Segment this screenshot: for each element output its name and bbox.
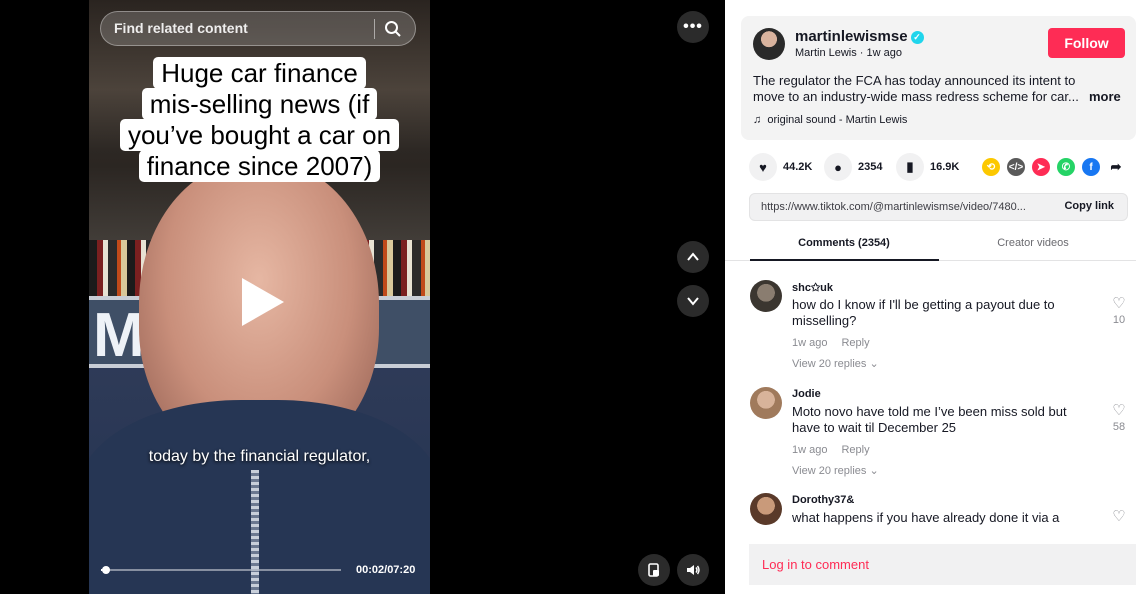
comment-like-count: 10 <box>1112 314 1126 326</box>
author-meta: Martin Lewis · 1w ago <box>795 47 903 59</box>
headline-line: mis-selling news (if <box>141 88 378 120</box>
avatar[interactable] <box>750 493 782 525</box>
comment-meta: 1w ago Reply <box>792 337 870 349</box>
chevron-down-icon: ⌄ <box>869 358 879 370</box>
tab-comments[interactable]: Comments (2354) <box>750 237 938 249</box>
more-link[interactable]: more <box>1089 89 1121 104</box>
comment-like-count: 58 <box>1112 421 1126 433</box>
facebook-icon[interactable]: f <box>1082 158 1100 176</box>
floating-player-button[interactable] <box>638 554 670 586</box>
active-tab-indicator <box>750 259 939 261</box>
comment-list: shc✩uk how do I know if I'll be getting … <box>725 262 1136 526</box>
save-count: 16.9K <box>930 161 960 173</box>
like-button[interactable]: ♥ 44.2K <box>749 153 812 181</box>
comment-meta: 1w ago Reply <box>792 444 870 456</box>
username-text: martinlewismse <box>795 28 908 45</box>
sound-link[interactable]: ♫ original sound - Martin Lewis <box>753 114 907 126</box>
heart-outline-icon: ♡ <box>1112 402 1126 419</box>
like-count: 44.2K <box>783 161 813 173</box>
heart-outline-icon: ♡ <box>1112 295 1126 312</box>
share-arrow-icon[interactable]: ➦ <box>1107 158 1125 176</box>
next-video-button[interactable] <box>677 285 709 317</box>
author-username[interactable]: martinlewismse ✓ <box>795 28 924 45</box>
verified-icon: ✓ <box>910 31 924 44</box>
video-caption: today by the financial regulator, <box>148 448 371 465</box>
chevron-up-icon <box>687 252 699 261</box>
save-button[interactable]: ▮ 16.9K <box>896 153 959 181</box>
more-options-button[interactable]: ••• <box>677 11 709 43</box>
progress-bar[interactable] <box>101 566 341 574</box>
tab-bar: Comments (2354) Creator videos <box>725 228 1136 261</box>
headline-line: Huge car finance <box>153 57 366 89</box>
bookmark-icon: ▮ <box>896 153 924 181</box>
comment-age: 1w ago <box>792 337 828 349</box>
search-placeholder: Find related content <box>114 20 248 36</box>
speaker-icon <box>687 565 700 575</box>
details-panel: martinlewismse ✓ Martin Lewis · 1w ago Fo… <box>725 0 1136 594</box>
follow-button[interactable]: Follow <box>1048 28 1125 58</box>
replies-label: View 20 replies <box>792 358 867 370</box>
shirt-zip <box>251 470 259 594</box>
share-link-box: https://www.tiktok.com/@martinlewismse/v… <box>749 193 1128 221</box>
repost-icon[interactable]: ⟲ <box>982 158 1000 176</box>
view-replies-button[interactable]: View 20 replies ⌄ <box>792 464 879 477</box>
copy-link-button[interactable]: Copy link <box>1064 200 1114 212</box>
search-divider <box>374 19 375 39</box>
chevron-down-icon: ⌄ <box>869 465 879 477</box>
reply-button[interactable]: Reply <box>841 337 869 349</box>
comment-age: 1w ago <box>792 444 828 456</box>
share-url: https://www.tiktok.com/@martinlewismse/v… <box>761 201 1026 213</box>
comment-username[interactable]: Jodie <box>792 388 821 400</box>
display-name: Martin Lewis <box>795 47 857 59</box>
heart-outline-icon: ♡ <box>1112 508 1126 525</box>
action-bar: ♥ 44.2K ● 2354 ▮ 16.9K ⟲ </> ➤ ✆ f ➦ <box>741 153 1136 181</box>
view-replies-button[interactable]: View 20 replies ⌄ <box>792 357 879 370</box>
login-bar[interactable]: Log in to comment <box>749 544 1136 585</box>
previous-video-button[interactable] <box>677 241 709 273</box>
volume-button[interactable] <box>677 554 709 586</box>
post-age: 1w ago <box>866 47 903 59</box>
comment-like-button[interactable]: ♡ 58 <box>1109 402 1129 434</box>
comment-like-button[interactable]: ♡ 10 <box>1109 295 1129 327</box>
chevron-down-icon <box>687 297 699 306</box>
play-icon[interactable] <box>242 278 284 326</box>
login-to-comment-link[interactable]: Log in to comment <box>762 557 869 572</box>
heart-icon: ♥ <box>749 153 777 181</box>
tab-creator-videos[interactable]: Creator videos <box>939 237 1127 249</box>
post-info-card: martinlewismse ✓ Martin Lewis · 1w ago Fo… <box>741 16 1136 140</box>
comment-text: Moto novo have told me I’ve been miss so… <box>792 404 1067 435</box>
headline-line: finance since 2007) <box>138 150 381 182</box>
comment-text: how do I know if I'll be getting a payou… <box>792 297 1055 328</box>
avatar[interactable] <box>750 387 782 419</box>
comment-count: 2354 <box>858 161 883 173</box>
comment-button[interactable]: ● 2354 <box>824 153 882 181</box>
video-headline: Huge car finance mis-selling news (if yo… <box>89 57 430 182</box>
post-description: The regulator the FCA has today announce… <box>753 73 1079 104</box>
headline-line: you’ve bought a car on <box>119 119 400 151</box>
comment-username[interactable]: Dorothy37& <box>792 494 854 506</box>
whatsapp-icon[interactable]: ✆ <box>1057 158 1075 176</box>
comment-text: what happens if you have already done it… <box>792 510 1060 525</box>
reply-button[interactable]: Reply <box>841 444 869 456</box>
video-time: 00:02/07:20 <box>356 564 416 576</box>
send-icon[interactable]: ➤ <box>1032 158 1050 176</box>
comment-like-button[interactable]: ♡ <box>1109 508 1129 526</box>
search-input[interactable]: Find related content <box>100 11 416 46</box>
avatar[interactable] <box>753 28 785 60</box>
avatar[interactable] <box>750 280 782 312</box>
comment-icon: ● <box>824 153 852 181</box>
comment-username[interactable]: shc✩uk <box>792 281 833 294</box>
search-icon[interactable] <box>384 20 402 38</box>
music-note-icon: ♫ <box>753 114 762 126</box>
sound-name: original sound - Martin Lewis <box>767 114 908 126</box>
replies-label: View 20 replies <box>792 465 867 477</box>
floating-player-icon <box>648 563 659 577</box>
embed-icon[interactable]: </> <box>1007 158 1025 176</box>
